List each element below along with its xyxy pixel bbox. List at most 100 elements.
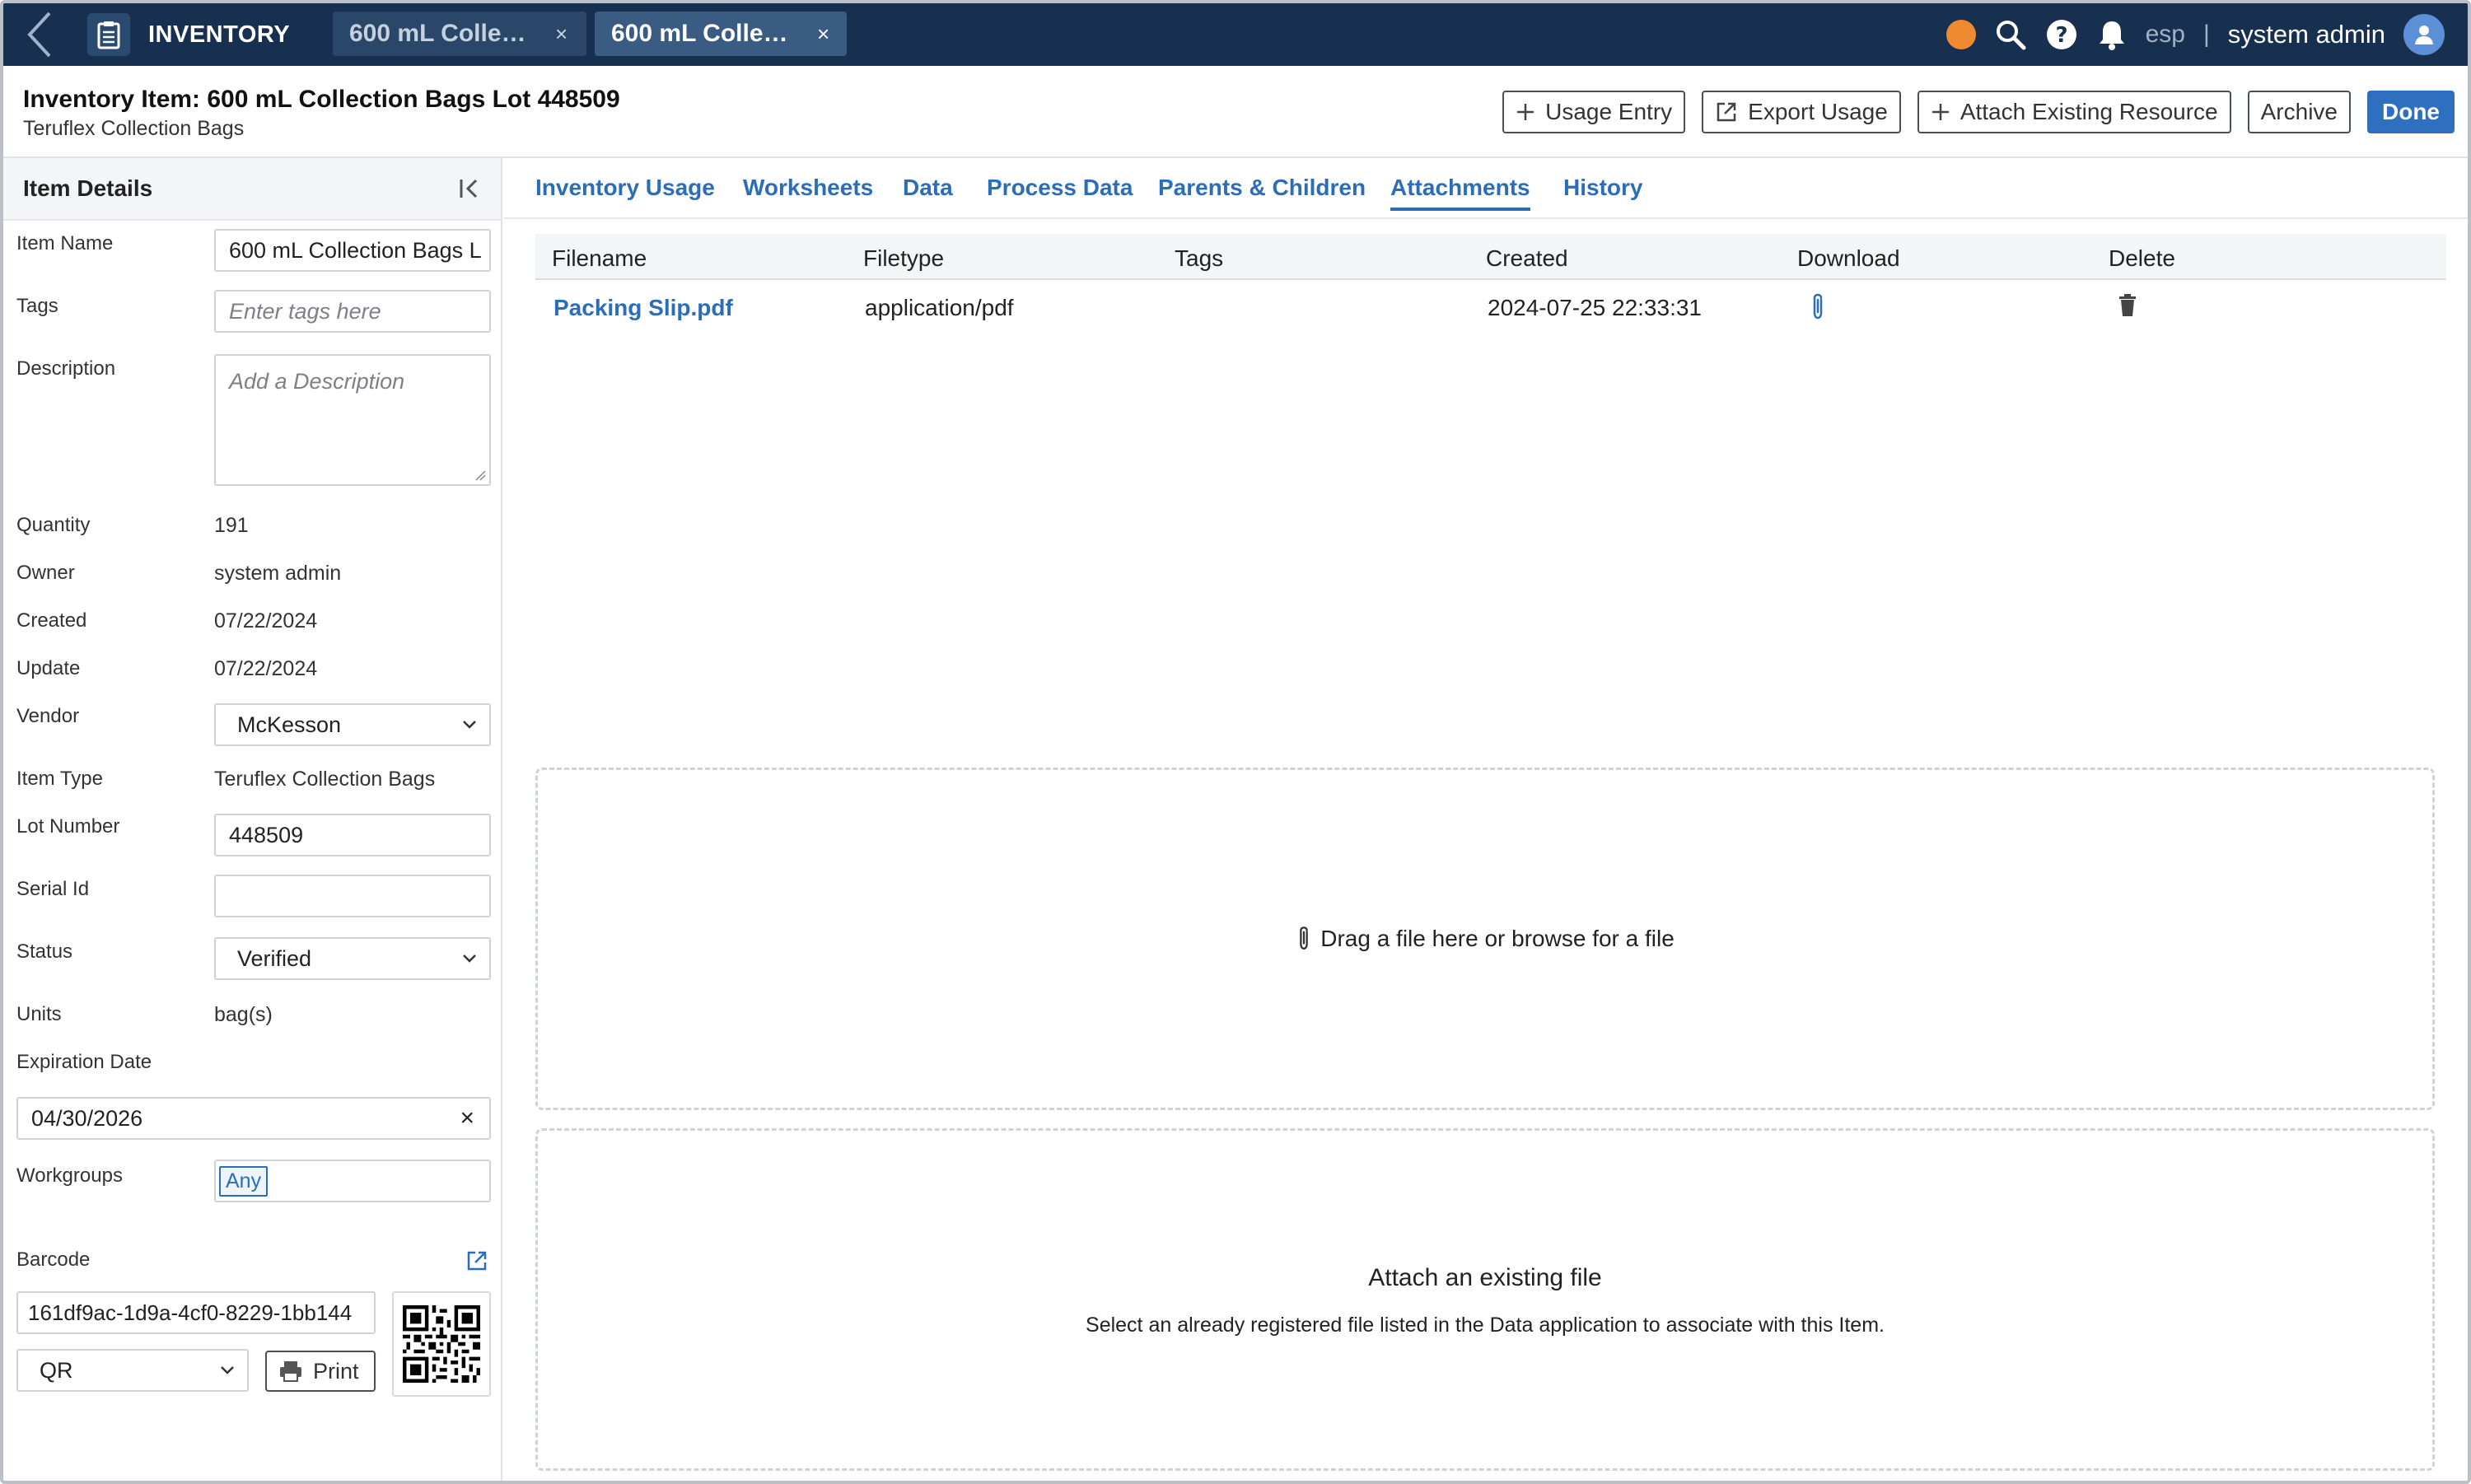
quantity-value: 191 [214,514,249,537]
attach-existing-label: Attach Existing Resource [1960,99,2218,124]
qr-code-image [403,1305,480,1383]
owner-label: Owner [16,562,75,584]
dropzone-text: Drag a file here or browse for a file [1320,926,1675,951]
page-subtitle: Teruflex Collection Bags [23,117,245,140]
page-title: Inventory Item: 600 mL Collection Bags L… [23,86,620,113]
barcode-type-select[interactable]: QR [16,1349,249,1392]
lot-number-label: Lot Number [16,815,120,838]
external-link-icon[interactable] [466,1250,488,1272]
workgroups-input[interactable]: Any [214,1160,491,1202]
app-switcher[interactable]: INVENTORY [87,12,306,58]
description-textarea[interactable]: Add a Description [214,354,491,486]
item-details-panel: Item Details Item Name 600 mL Collection… [3,158,502,1481]
page-header: Inventory Item: 600 mL Collection Bags L… [3,66,2468,158]
workgroup-tag[interactable]: Any [219,1165,269,1197]
expiration-date-input[interactable]: 04/30/2026 × [16,1097,491,1140]
close-tab-icon[interactable]: × [817,21,829,47]
usage-entry-button[interactable]: Usage Entry [1502,91,1686,133]
update-value: 07/22/2024 [214,657,318,680]
separator: | [2202,21,2210,48]
content-tabs: Inventory Usage Worksheets Data Process … [504,158,2468,219]
tab-history[interactable]: History [1563,175,1642,201]
column-header-filename[interactable]: Filename [552,245,647,272]
created-value: 07/22/2024 [214,609,318,632]
description-placeholder: Add a Description [229,369,405,394]
chevron-left-icon [27,12,51,58]
lot-number-input[interactable]: 448509 [214,814,491,856]
user-name[interactable]: system admin [2228,20,2385,49]
app-window: INVENTORY 600 mL Collecti... × 600 mL Co… [0,0,2471,1484]
status-label: Status [16,940,73,963]
top-bar: INVENTORY 600 mL Collecti... × 600 mL Co… [3,3,2468,66]
column-header-created[interactable]: Created [1486,245,1568,272]
search-icon[interactable] [1994,18,2027,51]
language-selector[interactable]: esp [2146,21,2185,49]
serial-id-input[interactable] [214,875,491,917]
open-tab-label: 600 mL Collecti... [611,20,797,47]
units-value: bag(s) [214,1003,273,1026]
tab-worksheets[interactable]: Worksheets [743,175,873,201]
printer-icon [280,1361,301,1382]
barcode-type-value: QR [40,1357,73,1383]
attach-existing-file-zone[interactable]: Attach an existing file Select an alread… [535,1128,2435,1471]
tab-process-data[interactable]: Process Data [987,175,1133,201]
tags-input[interactable]: Enter tags here [214,290,491,333]
attach-existing-description: Select an already registered file listed… [1086,1314,1885,1337]
paperclip-icon[interactable] [1809,293,1827,321]
status-select[interactable]: Verified [214,937,491,980]
clipboard-icon [87,13,130,56]
clear-date-icon[interactable]: × [460,1104,474,1132]
external-link-icon [1717,102,1736,122]
attachment-created: 2024-07-25 22:33:31 [1488,295,1702,320]
created-label: Created [16,609,87,632]
vendor-select[interactable]: McKesson [214,703,491,746]
status-indicator[interactable] [1946,20,1976,49]
tab-data[interactable]: Data [903,175,953,201]
item-name-input[interactable]: 600 mL Collection Bags L [214,229,491,272]
attach-existing-resource-button[interactable]: Attach Existing Resource [1917,91,2231,133]
close-tab-icon[interactable]: × [555,21,568,47]
export-usage-label: Export Usage [1748,99,1888,124]
tags-label: Tags [16,295,58,317]
resize-handle-icon[interactable] [474,469,486,481]
units-label: Units [16,1003,62,1025]
qr-code-box [392,1291,491,1397]
open-tab-2[interactable]: 600 mL Collecti... × [595,12,847,56]
usage-entry-label: Usage Entry [1545,99,1673,124]
file-dropzone[interactable]: Drag a file here or browse for a file [535,768,2435,1110]
bell-icon[interactable] [2096,18,2128,51]
help-icon[interactable]: ? [2045,18,2078,51]
table-row: Packing Slip.pdf application/pdf 2024-07… [535,282,2446,334]
attachment-filetype: application/pdf [865,295,1014,320]
main-content: Inventory Usage Worksheets Data Process … [504,158,2468,1481]
collapse-panel-icon[interactable] [458,177,483,200]
back-button[interactable] [7,3,71,66]
quantity-label: Quantity [16,514,91,536]
tab-inventory-usage[interactable]: Inventory Usage [535,175,715,201]
export-usage-button[interactable]: Export Usage [1702,91,1901,133]
attachment-filename-link[interactable]: Packing Slip.pdf [554,295,733,321]
item-type-value: Teruflex Collection Bags [214,768,436,791]
paperclip-icon [1300,926,1309,950]
print-label: Print [313,1358,359,1384]
done-button[interactable]: Done [2367,91,2455,133]
column-header-filetype[interactable]: Filetype [863,245,944,272]
item-name-label: Item Name [16,232,114,254]
chevron-down-icon [463,721,476,729]
tab-parents-children[interactable]: Parents & Children [1158,175,1366,201]
avatar[interactable] [2403,14,2445,55]
user-icon [2415,26,2433,44]
archive-button[interactable]: Archive [2247,91,2351,133]
workgroups-label: Workgroups [16,1164,123,1187]
tab-attachments[interactable]: Attachments [1390,175,1530,211]
svg-text:?: ? [2055,23,2067,48]
serial-id-label: Serial Id [16,878,90,900]
vendor-label: Vendor [16,705,80,727]
print-button[interactable]: Print [265,1351,376,1392]
barcode-input[interactable]: 161df9ac-1d9a-4cf0-8229-1bb144 [16,1291,376,1334]
description-label: Description [16,357,116,380]
item-type-label: Item Type [16,768,103,790]
trash-icon[interactable] [2118,293,2137,318]
open-tab-1[interactable]: 600 mL Collecti... × [333,12,586,56]
column-header-tags[interactable]: Tags [1175,245,1223,272]
